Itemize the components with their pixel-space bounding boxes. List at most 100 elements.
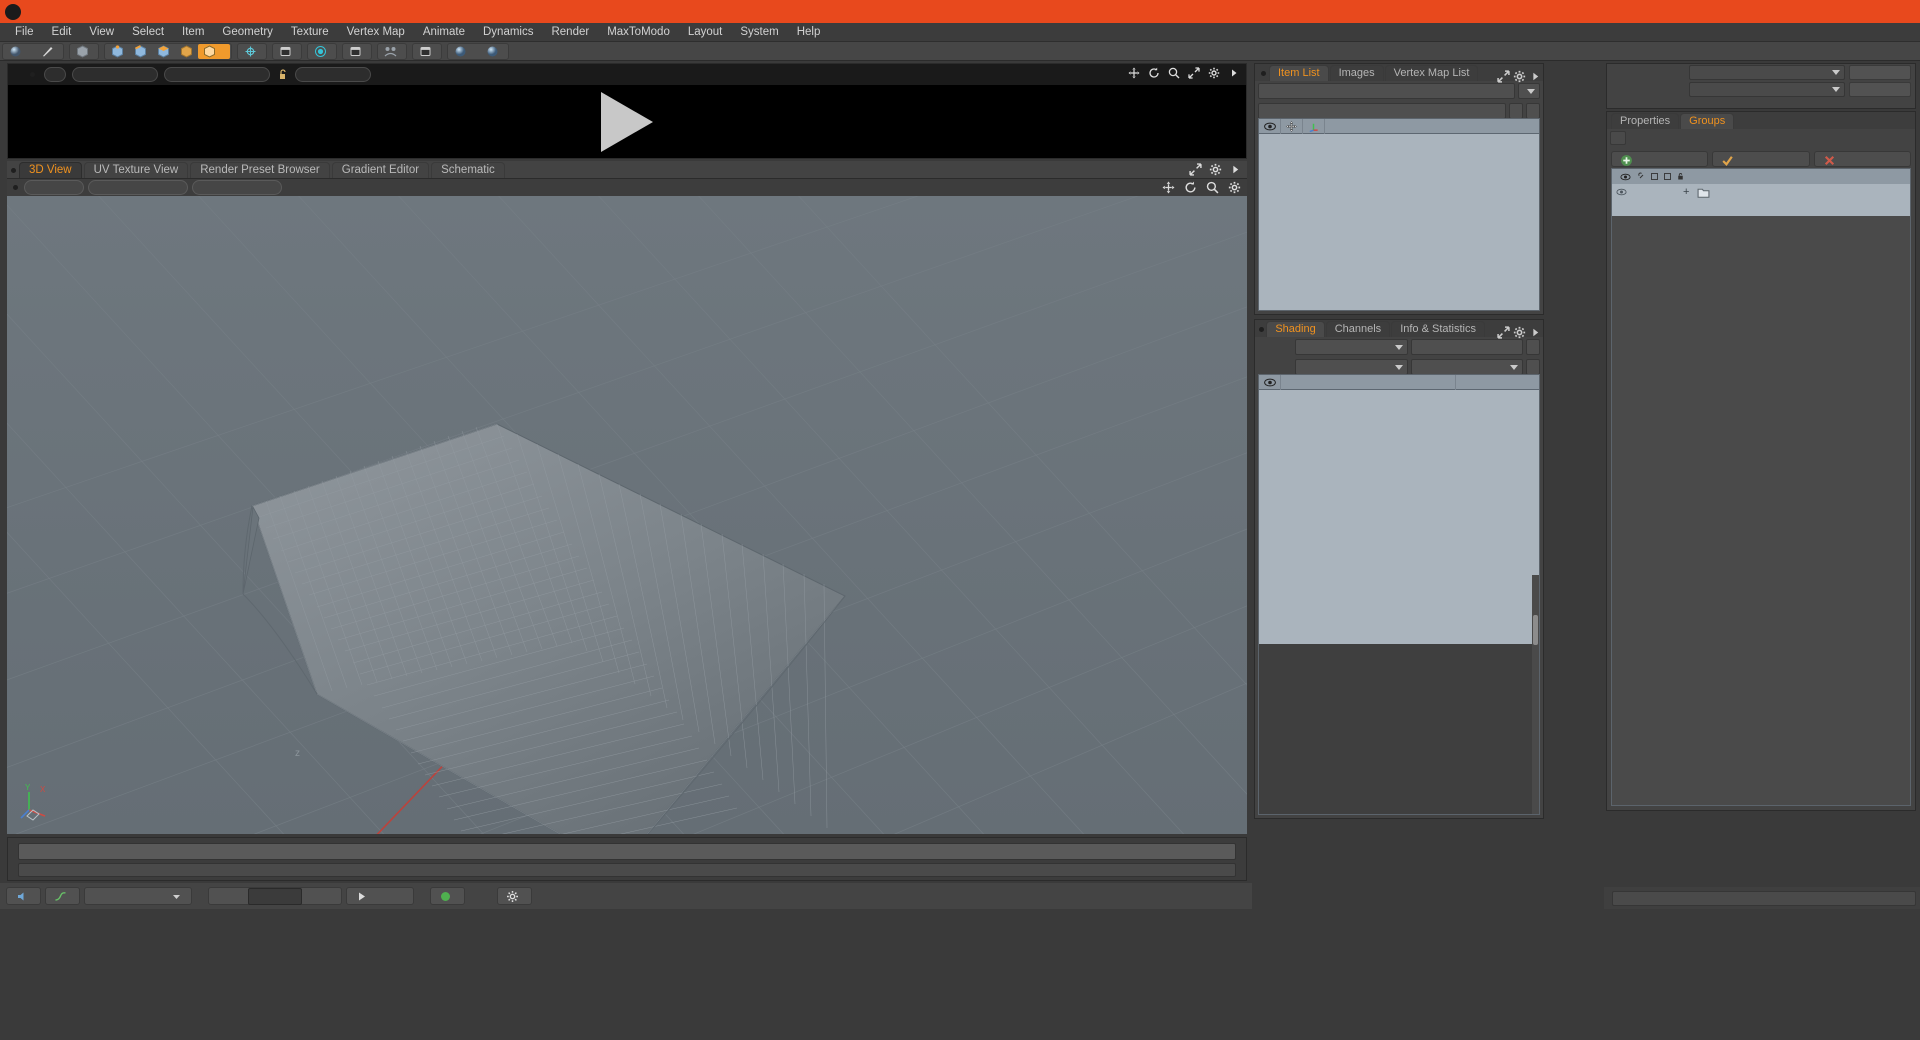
tab-properties[interactable]: Properties	[1611, 113, 1680, 129]
close-button[interactable]	[1875, 0, 1920, 23]
preview-render-area[interactable]	[8, 85, 1246, 158]
action-center-button[interactable]	[239, 44, 265, 59]
view-tab-render-preset-browser[interactable]: Render Preset Browser	[190, 162, 330, 178]
falloff-options-button[interactable]	[344, 44, 370, 59]
groups-tree-body[interactable]: +	[1612, 184, 1910, 216]
menu-item-vertex-map[interactable]: Vertex Map	[338, 23, 414, 42]
select-options-button[interactable]	[414, 44, 440, 59]
preview-panel-handle[interactable]	[26, 67, 38, 83]
filter-f-button[interactable]	[1526, 103, 1540, 119]
shader-filter-dropdown[interactable]	[1295, 359, 1408, 375]
menu-item-maxtomodo[interactable]: MaxToModo	[598, 23, 679, 42]
menu-item-view[interactable]: View	[80, 23, 123, 42]
move-icon[interactable]	[1162, 181, 1175, 194]
tab-vertex-map-list[interactable]: Vertex Map List	[1384, 65, 1479, 81]
add-groups-tab-button[interactable]	[1735, 113, 1745, 129]
move-icon[interactable]	[1128, 67, 1140, 79]
preview-lut-button[interactable]	[295, 67, 371, 82]
view-tab-schematic[interactable]: Schematic	[431, 162, 505, 178]
play-triangle-icon[interactable]	[601, 91, 653, 152]
current-frame-field[interactable]	[248, 887, 302, 905]
menu-item-help[interactable]: Help	[788, 23, 830, 42]
add-layer-button[interactable]	[1410, 359, 1523, 375]
apply-button[interactable]	[1712, 151, 1810, 167]
passes-dropdown[interactable]	[1689, 82, 1845, 97]
gear-icon[interactable]	[1228, 181, 1241, 194]
play-button[interactable]	[346, 887, 414, 905]
edge-mode-button[interactable]	[129, 44, 152, 59]
tab-item-list[interactable]: Item List	[1269, 65, 1329, 81]
filter-s-button[interactable]	[1509, 103, 1523, 119]
vertex-mode-button[interactable]	[106, 44, 129, 59]
tab-info-statistics[interactable]: Info & Statistics	[1391, 321, 1485, 337]
animated-dropdown[interactable]	[84, 887, 192, 905]
maximize-button[interactable]	[1830, 0, 1875, 23]
view-tab-3d-view[interactable]: 3D View	[19, 162, 82, 178]
new-pass-button[interactable]	[1849, 82, 1911, 97]
rotate-icon[interactable]	[1184, 181, 1197, 194]
settings-button[interactable]	[497, 887, 532, 905]
add-view-tab-button[interactable]	[507, 162, 519, 178]
add-layer-s-button[interactable]	[1526, 359, 1540, 375]
shader-tree-scrollbar[interactable]	[1532, 575, 1539, 814]
menu-item-texture[interactable]: Texture	[282, 23, 338, 42]
menu-item-select[interactable]: Select	[123, 23, 173, 42]
minimize-button[interactable]	[1785, 0, 1830, 23]
rotate-icon[interactable]	[1148, 67, 1160, 79]
arrow-right-icon[interactable]	[1228, 67, 1240, 79]
shading-handle[interactable]	[1257, 321, 1266, 337]
view-tab-uv-texture-view[interactable]: UV Texture View	[83, 162, 189, 178]
add-item-list-tab-button[interactable]	[1479, 65, 1489, 81]
render-button[interactable]	[449, 44, 481, 59]
gear-icon[interactable]	[1208, 67, 1220, 79]
viewtabs-handle[interactable]	[7, 162, 19, 178]
viewport-handle[interactable]	[9, 179, 21, 195]
axis-gizmo[interactable]: Y X	[19, 780, 65, 824]
unlock-icon[interactable]	[276, 68, 289, 81]
fit-icon[interactable]	[1189, 163, 1202, 176]
fit-icon[interactable]	[1497, 326, 1510, 339]
zoom-icon[interactable]	[1206, 181, 1219, 194]
add-item-button[interactable]	[1258, 83, 1515, 99]
arrow-right-icon[interactable]	[1529, 326, 1539, 337]
menu-item-edit[interactable]: Edit	[43, 23, 81, 42]
add-shading-tab-button[interactable]	[1486, 321, 1496, 337]
transport-start-button[interactable]	[212, 888, 228, 905]
arrow-right-icon[interactable]	[1529, 70, 1539, 81]
menu-item-animate[interactable]: Animate	[414, 23, 474, 42]
sculpt-mode-button[interactable]	[36, 44, 62, 59]
discard-button[interactable]	[1813, 151, 1911, 167]
gear-icon[interactable]	[1513, 70, 1526, 83]
timeline-range-bar[interactable]	[18, 863, 1236, 877]
assign-material-f-button[interactable]	[1526, 339, 1540, 355]
graph-editor-button[interactable]	[45, 887, 80, 905]
menu-item-dynamics[interactable]: Dynamics	[474, 23, 542, 42]
select-through-button[interactable]	[379, 44, 405, 59]
fit-icon[interactable]	[1188, 67, 1200, 79]
menu-item-item[interactable]: Item	[173, 23, 213, 42]
render-window-button[interactable]	[481, 44, 507, 59]
new-pass-group-button[interactable]	[1849, 65, 1911, 80]
shading-style-button[interactable]	[88, 180, 188, 195]
tab-shading[interactable]: Shading	[1266, 321, 1325, 337]
gear-icon[interactable]	[1513, 326, 1526, 339]
timeline-ruler[interactable]	[18, 843, 1236, 860]
model-mode-button[interactable]	[4, 44, 36, 59]
menu-item-layout[interactable]: Layout	[679, 23, 732, 42]
preview-options-button[interactable]	[44, 67, 66, 82]
cache-deformers-button[interactable]	[430, 887, 465, 905]
command-input[interactable]	[1612, 890, 1916, 906]
menu-item-file[interactable]: File	[6, 23, 43, 42]
arrow-right-icon[interactable]	[1229, 163, 1242, 176]
item-list-tree[interactable]	[1259, 134, 1539, 310]
auto-add-button[interactable]	[1611, 151, 1709, 167]
preview-paused-button[interactable]	[164, 67, 270, 82]
audio-button[interactable]	[6, 887, 41, 905]
menu-item-geometry[interactable]: Geometry	[213, 23, 282, 42]
tab-channels[interactable]: Channels	[1325, 321, 1391, 337]
transport-prev-button[interactable]	[230, 888, 246, 905]
shader-view-dropdown[interactable]	[1295, 339, 1408, 355]
tab-images[interactable]: Images	[1329, 65, 1384, 81]
action-options-button[interactable]	[274, 44, 300, 59]
tab-groups[interactable]: Groups	[1680, 113, 1735, 129]
